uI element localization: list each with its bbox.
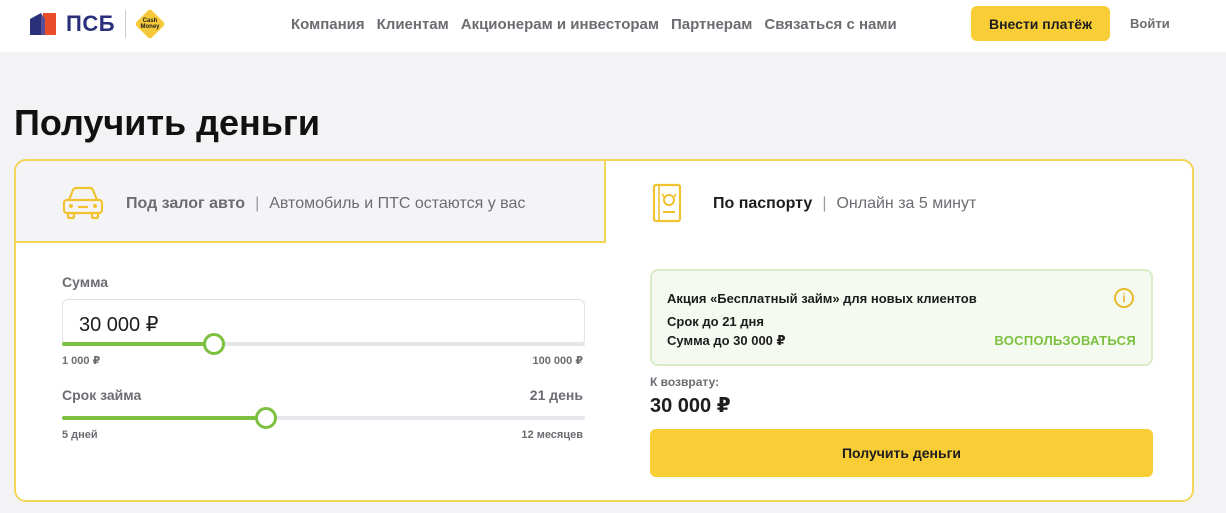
nav-clients[interactable]: Клиентам [377,16,449,33]
info-icon[interactable]: i [1114,288,1134,308]
cash-badge-text: Cash Money [140,18,160,30]
tab-car-collateral[interactable]: Под залог авто | Автомобиль и ПТС остаются… [16,161,606,243]
promo-term: Срок до 21 дня [667,314,764,329]
psb-logo-icon [28,9,58,39]
promo-title: Акция «Бесплатный займ» для новых клиент… [667,291,977,306]
term-value: 21 день [529,387,583,403]
tab-car-description: Автомобиль и ПТС остаются у вас [269,195,526,212]
return-value: 30 000 ₽ [650,395,731,417]
tab-passport-description: Онлайн за 5 минут [836,195,977,212]
promo-amount: Сумма до 30 000 ₽ [667,333,786,348]
amount-label: Сумма [62,274,109,290]
return-label: К возврату: [650,375,720,389]
main-nav: Компания Клиентам Акционерам и инвестора… [291,16,897,33]
loan-calculator-card: Под залог авто | Автомобиль и ПТС остаются… [14,159,1194,502]
cash-money-logo: Cash Money [134,8,166,40]
amount-max-label: 100 000 ₽ [532,355,583,367]
promo-apply-link[interactable]: ВОСПОЛЬЗОВАТЬСЯ [994,333,1136,348]
amount-input[interactable]: 30 000 ₽ [62,299,585,345]
logo-divider [125,10,127,38]
term-label: Срок займа [62,387,142,403]
amount-value: 30 000 ₽ [79,314,159,336]
term-min-label: 5 дней [62,429,98,441]
tab-car-title: Под залог авто [126,195,246,212]
amount-slider-handle[interactable] [202,333,225,355]
site-header: ПСБ Cash Money Компания Клиентам Акционе… [0,0,1226,52]
term-max-label: 12 месяцев [521,429,583,441]
amount-slider-fill [62,342,214,346]
logo-text: ПСБ [66,11,116,36]
make-payment-button[interactable]: Внести платёж [971,6,1110,41]
car-icon [60,185,106,221]
tab-passport-title: По паспорту [713,195,813,212]
login-link[interactable]: Войти [1130,16,1170,31]
term-slider-fill [62,416,266,420]
tab-car-separator: | [255,195,260,212]
passport-icon [650,183,696,223]
term-slider-handle[interactable] [254,407,277,429]
nav-investors[interactable]: Акционерам и инвесторам [461,16,659,33]
tab-passport-separator: | [822,195,827,212]
page-title: Получить деньги [14,102,321,143]
tab-passport[interactable]: По паспорту | Онлайн за 5 минут [606,161,1194,243]
tab-passport-label: По паспорту | Онлайн за 5 минут [713,195,976,213]
nav-partners[interactable]: Партнерам [671,16,752,33]
nav-contact[interactable]: Связаться с нами [764,16,896,33]
term-slider[interactable] [62,407,585,429]
psb-logo[interactable]: ПСБ Cash Money [28,8,166,40]
amount-slider[interactable] [62,333,585,355]
get-money-button[interactable]: Получить деньги [650,429,1153,477]
promo-banner: Акция «Бесплатный займ» для новых клиент… [650,269,1153,366]
tab-car-label: Под залог авто | Автомобиль и ПТС остаются… [126,195,525,213]
nav-company[interactable]: Компания [291,16,365,33]
amount-min-label: 1 000 ₽ [62,355,101,367]
